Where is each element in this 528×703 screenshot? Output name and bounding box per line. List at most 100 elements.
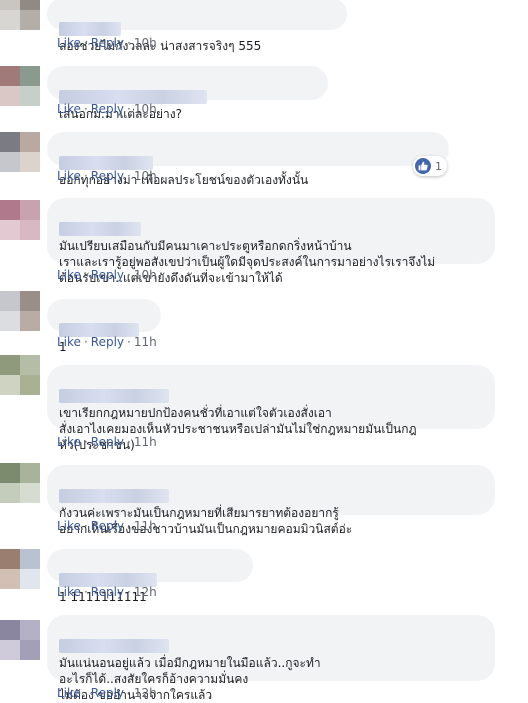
- avatar-tile: [0, 483, 20, 503]
- reply-link[interactable]: Reply: [91, 102, 124, 116]
- comment-bubble: ลองช่วยไม่กังวลละ น่าสงสารจริงๆ 555: [47, 0, 347, 53]
- commenter-name-redacted[interactable]: [59, 489, 169, 503]
- reaction-count: 1: [435, 159, 442, 173]
- avatar-tile: [20, 132, 40, 152]
- separator: ·: [83, 519, 88, 533]
- comment-timestamp[interactable]: 11h: [134, 435, 157, 449]
- comment-bubble: 1: [47, 299, 161, 354]
- avatar-tile: [20, 549, 40, 569]
- commenter-name-redacted[interactable]: [59, 22, 121, 36]
- avatar-tile: [0, 620, 20, 640]
- avatar[interactable]: [0, 66, 40, 106]
- avatar-tile: [0, 200, 20, 220]
- reply-link[interactable]: Reply: [91, 36, 124, 50]
- avatar-tile: [20, 291, 40, 311]
- avatar-tile: [0, 10, 20, 30]
- avatar[interactable]: [0, 620, 40, 660]
- avatar-tile: [0, 0, 20, 10]
- comment-actions: Like · Reply · 10h: [57, 36, 157, 50]
- like-link[interactable]: Like: [57, 102, 81, 116]
- comment-timestamp[interactable]: 10h: [134, 102, 157, 116]
- avatar-tile: [20, 355, 40, 375]
- separator: ·: [83, 268, 88, 282]
- like-link[interactable]: Like: [57, 585, 81, 599]
- avatar-tile: [20, 86, 40, 106]
- separator: ·: [127, 102, 131, 116]
- comment-actions: Like · Reply · 11h: [57, 519, 157, 533]
- comment-actions: Like · Reply · 10h: [57, 169, 157, 183]
- reply-link[interactable]: Reply: [91, 268, 124, 282]
- comment-bubble: ออกทุกอย่างมา เพื่อผลประโยชน์ของตัวเองทั…: [47, 132, 449, 187]
- like-link[interactable]: Like: [57, 435, 81, 449]
- like-link[interactable]: Like: [57, 686, 81, 700]
- comment-actions: Like · Reply · 11h: [57, 335, 157, 349]
- comment-timestamp[interactable]: 10h: [134, 36, 157, 50]
- avatar-tile: [20, 640, 40, 660]
- separator: ·: [83, 335, 88, 349]
- avatar-tile: [0, 220, 20, 240]
- avatar-tile: [20, 0, 40, 10]
- avatar-tile: [20, 10, 40, 30]
- like-link[interactable]: Like: [57, 36, 81, 50]
- commenter-name-redacted[interactable]: [59, 222, 141, 236]
- avatar[interactable]: [0, 549, 40, 589]
- like-link[interactable]: Like: [57, 519, 81, 533]
- comment-timestamp[interactable]: 10h: [134, 268, 157, 282]
- separator: ·: [83, 102, 88, 116]
- separator: ·: [127, 519, 131, 533]
- comment-timestamp[interactable]: 11h: [134, 519, 157, 533]
- separator: ·: [83, 36, 88, 50]
- separator: ·: [127, 585, 131, 599]
- comment-timestamp[interactable]: 10h: [134, 169, 157, 183]
- comment-timestamp[interactable]: 12h: [134, 686, 157, 700]
- avatar-tile: [0, 640, 20, 660]
- avatar[interactable]: [0, 355, 40, 395]
- avatar[interactable]: [0, 132, 40, 172]
- avatar-tile: [0, 311, 20, 331]
- avatar[interactable]: [0, 0, 40, 30]
- separator: ·: [127, 686, 131, 700]
- like-reaction-icon: [415, 158, 431, 174]
- reply-link[interactable]: Reply: [91, 335, 124, 349]
- avatar-tile: [20, 200, 40, 220]
- avatar-tile: [20, 483, 40, 503]
- like-link[interactable]: Like: [57, 335, 81, 349]
- like-link[interactable]: Like: [57, 169, 81, 183]
- separator: ·: [127, 335, 131, 349]
- avatar[interactable]: [0, 463, 40, 503]
- like-link[interactable]: Like: [57, 268, 81, 282]
- reply-link[interactable]: Reply: [91, 686, 124, 700]
- comment-bubble: มันเปรียบเสมือนกับมีคนมาเคาะประตูหรือกดก…: [47, 198, 495, 285]
- avatar[interactable]: [0, 200, 40, 240]
- reply-link[interactable]: Reply: [91, 585, 124, 599]
- avatar-tile: [0, 463, 20, 483]
- comment-timestamp[interactable]: 12h: [134, 585, 157, 599]
- avatar-tile: [0, 375, 20, 395]
- comment-actions: Like · Reply · 12h: [57, 686, 157, 700]
- avatar-tile: [20, 375, 40, 395]
- avatar-tile: [20, 463, 40, 483]
- comment-actions: Like · Reply · 11h: [57, 435, 157, 449]
- comment-bubble: กังวนค่ะเพราะมันเป็นกฎหมายที่เสียมารยาทต…: [47, 465, 495, 536]
- avatar-tile: [20, 311, 40, 331]
- comment-actions: Like · Reply · 10h: [57, 268, 157, 282]
- avatar-tile: [20, 569, 40, 589]
- avatar-tile: [0, 291, 20, 311]
- comment-bubble: เสนอกม.มาแต่ละอย่าง?: [47, 66, 328, 121]
- reply-link[interactable]: Reply: [91, 435, 124, 449]
- reply-link[interactable]: Reply: [91, 169, 124, 183]
- avatar[interactable]: [0, 291, 40, 331]
- avatar-tile: [0, 86, 20, 106]
- commenter-name-redacted[interactable]: [59, 639, 169, 653]
- commenter-name-redacted[interactable]: [59, 389, 169, 403]
- avatar-tile: [20, 620, 40, 640]
- comment-timestamp[interactable]: 11h: [134, 335, 157, 349]
- avatar-tile: [0, 132, 20, 152]
- comment-actions: Like · Reply · 12h: [57, 585, 157, 599]
- reply-link[interactable]: Reply: [91, 519, 124, 533]
- avatar-tile: [20, 66, 40, 86]
- avatar-tile: [0, 569, 20, 589]
- commenter-name-redacted[interactable]: [59, 156, 153, 170]
- avatar-tile: [20, 152, 40, 172]
- reaction-summary[interactable]: 1: [413, 156, 447, 176]
